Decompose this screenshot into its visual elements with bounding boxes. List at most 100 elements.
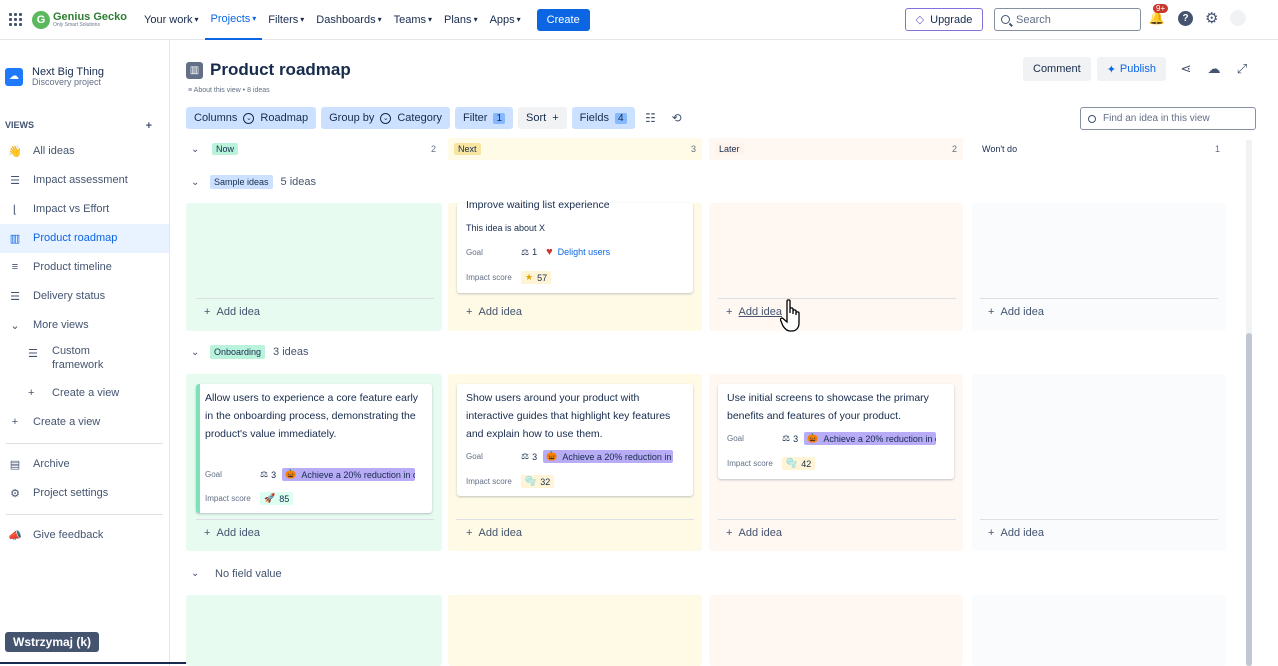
score-badge: ★ 57 — [521, 271, 552, 284]
sidebar-item-custom-framework[interactable]: ☰ Custom framework — [0, 340, 169, 378]
filter-button[interactable]: Filter 1 — [455, 107, 514, 129]
nav-apps[interactable]: Apps ▾ — [484, 0, 527, 40]
sidebar: ☁ Next Big Thing Discovery project VIEWS… — [0, 40, 170, 666]
list-icon: ☰ — [28, 347, 38, 360]
add-idea-button[interactable]: + Add idea — [726, 306, 782, 318]
views-heading: VIEWS + — [5, 119, 152, 132]
add-idea-button[interactable]: + Add idea — [204, 527, 260, 539]
nav-projects[interactable]: Projects ▾ — [204, 0, 263, 40]
sidebar-item-more-views[interactable]: ⌄ More views — [0, 311, 169, 340]
idea-card[interactable]: Improve waiting list experience This ide… — [457, 199, 693, 293]
fields-button[interactable]: Fields 4 — [571, 107, 635, 129]
add-idea-button[interactable]: + Add idea — [204, 306, 260, 318]
board-icon: ▥ — [186, 61, 203, 79]
chevron-circle-icon: ⌄ — [380, 112, 392, 124]
group-by-button[interactable]: Group by ⌄ Category — [321, 107, 450, 129]
sidebar-item-project-settings[interactable]: ⚙ Project settings — [0, 479, 169, 508]
sidebar-item-archive[interactable]: ▤ Archive — [0, 450, 169, 479]
bubble-icon: 🫧 — [525, 476, 537, 486]
notifications-bell-icon[interactable]: 🔔 9+ — [1148, 4, 1169, 28]
gear-icon: ⚙ — [10, 487, 20, 500]
goal-tag: 🎃 Achieve a 20% reduction in c — [543, 450, 674, 463]
group-collapse-chevron-icon[interactable]: ⌄ — [191, 568, 199, 579]
fullscreen-icon[interactable]: ⤢ — [1228, 57, 1256, 81]
share-icon[interactable]: ⋖ — [1172, 57, 1200, 81]
help-icon[interactable]: ? — [1178, 10, 1193, 26]
sidebar-item-impact-assessment[interactable]: ☰ Impact assessment — [0, 166, 169, 195]
group-collapse-chevron-icon[interactable]: ⌄ — [191, 177, 199, 188]
columns-button[interactable]: Columns ⌄ Roadmap — [186, 107, 317, 129]
divider — [980, 519, 1218, 520]
add-idea-button[interactable]: + Add idea — [988, 527, 1044, 539]
chevron-down-icon: ⌄ — [10, 319, 20, 332]
card-title: Show users around your product with inte… — [466, 392, 671, 440]
sidebar-item-create-view-sub[interactable]: + Create a view — [0, 378, 169, 408]
idea-card[interactable]: Allow users to experience a core feature… — [196, 384, 432, 513]
main-content: ▥ Product roadmap ≡ About this view • 8 … — [170, 40, 1278, 666]
sidebar-item-all-ideas[interactable]: 👋 All ideas — [0, 137, 169, 166]
idea-card[interactable]: Use initial screens to showcase the prim… — [718, 384, 954, 479]
nav-filters[interactable]: Filters ▾ — [262, 0, 310, 40]
column-header-now: Now 2 — [206, 138, 442, 160]
export-cloud-icon[interactable]: ☁ — [1200, 57, 1228, 81]
collapse-all-chevron-icon[interactable]: ⌄ — [191, 144, 199, 155]
chart-icon: ⌊ — [12, 203, 18, 216]
board-icon: ▥ — [9, 232, 21, 245]
search-input[interactable]: Search — [994, 8, 1141, 31]
app-switcher-icon[interactable] — [0, 0, 30, 40]
add-view-button[interactable]: + — [146, 120, 152, 132]
comment-button[interactable]: Comment — [1023, 57, 1091, 81]
list-icon: ☰ — [10, 174, 20, 187]
plus-icon: + — [28, 386, 35, 399]
nav-dashboards[interactable]: Dashboards ▾ — [310, 0, 387, 40]
scrollbar-thumb[interactable] — [1246, 333, 1252, 666]
goal-field: Goal ⚖ 3 🎃 Achieve a 20% reduction in c — [466, 450, 674, 463]
find-idea-input[interactable]: Find an idea in this view — [1080, 107, 1256, 130]
upgrade-button[interactable]: ◇ Upgrade — [905, 8, 983, 31]
lane-onboarding-wont-do — [972, 374, 1226, 551]
chevron-down-icon: ▾ — [252, 14, 257, 23]
publish-button[interactable]: ✦ Publish — [1096, 57, 1166, 81]
divider — [456, 519, 694, 520]
add-idea-button[interactable]: + Add idea — [988, 306, 1044, 318]
goal-tag: 🎃 Achieve a 20% reduction in c — [804, 432, 937, 445]
idea-card[interactable]: Show users around your product with inte… — [457, 384, 693, 496]
sidebar-item-product-timeline[interactable]: ≡ Product timeline — [0, 253, 169, 282]
sidebar-item-delivery-status[interactable]: ☰ Delivery status — [0, 282, 169, 311]
bubble-icon: 🫧 — [786, 458, 798, 468]
nav-teams[interactable]: Teams ▾ — [388, 0, 438, 40]
about-view-link[interactable]: ≡ About this view • 8 ideas — [188, 87, 270, 94]
card-title: Improve waiting list experience — [466, 199, 610, 211]
group-header-no-field-value: No field value — [215, 568, 282, 580]
group-header-onboarding: Onboarding 3 ideas — [210, 345, 309, 359]
add-idea-button[interactable]: + Add idea — [726, 527, 782, 539]
rocket-icon: 🚀 — [264, 493, 276, 503]
autofit-icon[interactable]: ⟲ — [666, 107, 688, 129]
lane-none-wont-do — [972, 595, 1226, 666]
impact-score-field: Impact score 🚀 85 — [205, 492, 294, 505]
add-idea-button[interactable]: + Add idea — [466, 527, 522, 539]
add-idea-button[interactable]: + Add idea — [466, 306, 522, 318]
create-button[interactable]: Create — [536, 8, 590, 31]
layout-options-icon[interactable]: ☷ — [640, 107, 662, 129]
settings-gear-icon[interactable]: ⚙ — [1205, 9, 1218, 27]
project-header[interactable]: ☁ Next Big Thing Discovery project — [0, 40, 169, 88]
sidebar-item-give-feedback[interactable]: 📣 Give feedback — [0, 521, 169, 550]
sort-button[interactable]: Sort + — [518, 107, 567, 129]
chevron-down-icon: ▾ — [377, 15, 382, 24]
search-icon — [1088, 114, 1096, 123]
avatar[interactable] — [1230, 10, 1247, 26]
sidebar-item-create-view[interactable]: + Create a view — [0, 408, 169, 437]
nav-plans[interactable]: Plans ▾ — [438, 0, 484, 40]
list-icon: ☰ — [10, 290, 20, 303]
sidebar-item-product-roadmap[interactable]: ▥ Product roadmap — [0, 223, 169, 253]
scale-icon: ⚖ — [521, 451, 530, 461]
project-type: Discovery project — [32, 77, 102, 88]
score-badge: 🫧 42 — [782, 457, 816, 470]
nav-your-work[interactable]: Your work ▾ — [138, 0, 205, 40]
logo[interactable]: G Genius Gecko Only Smart Solutions — [32, 10, 132, 29]
chevron-down-icon: ▾ — [300, 15, 305, 24]
impact-score-field: Impact score 🫧 42 — [727, 457, 816, 470]
group-collapse-chevron-icon[interactable]: ⌄ — [191, 347, 199, 358]
sidebar-item-impact-vs-effort[interactable]: ⌊ Impact vs Effort — [0, 195, 169, 224]
